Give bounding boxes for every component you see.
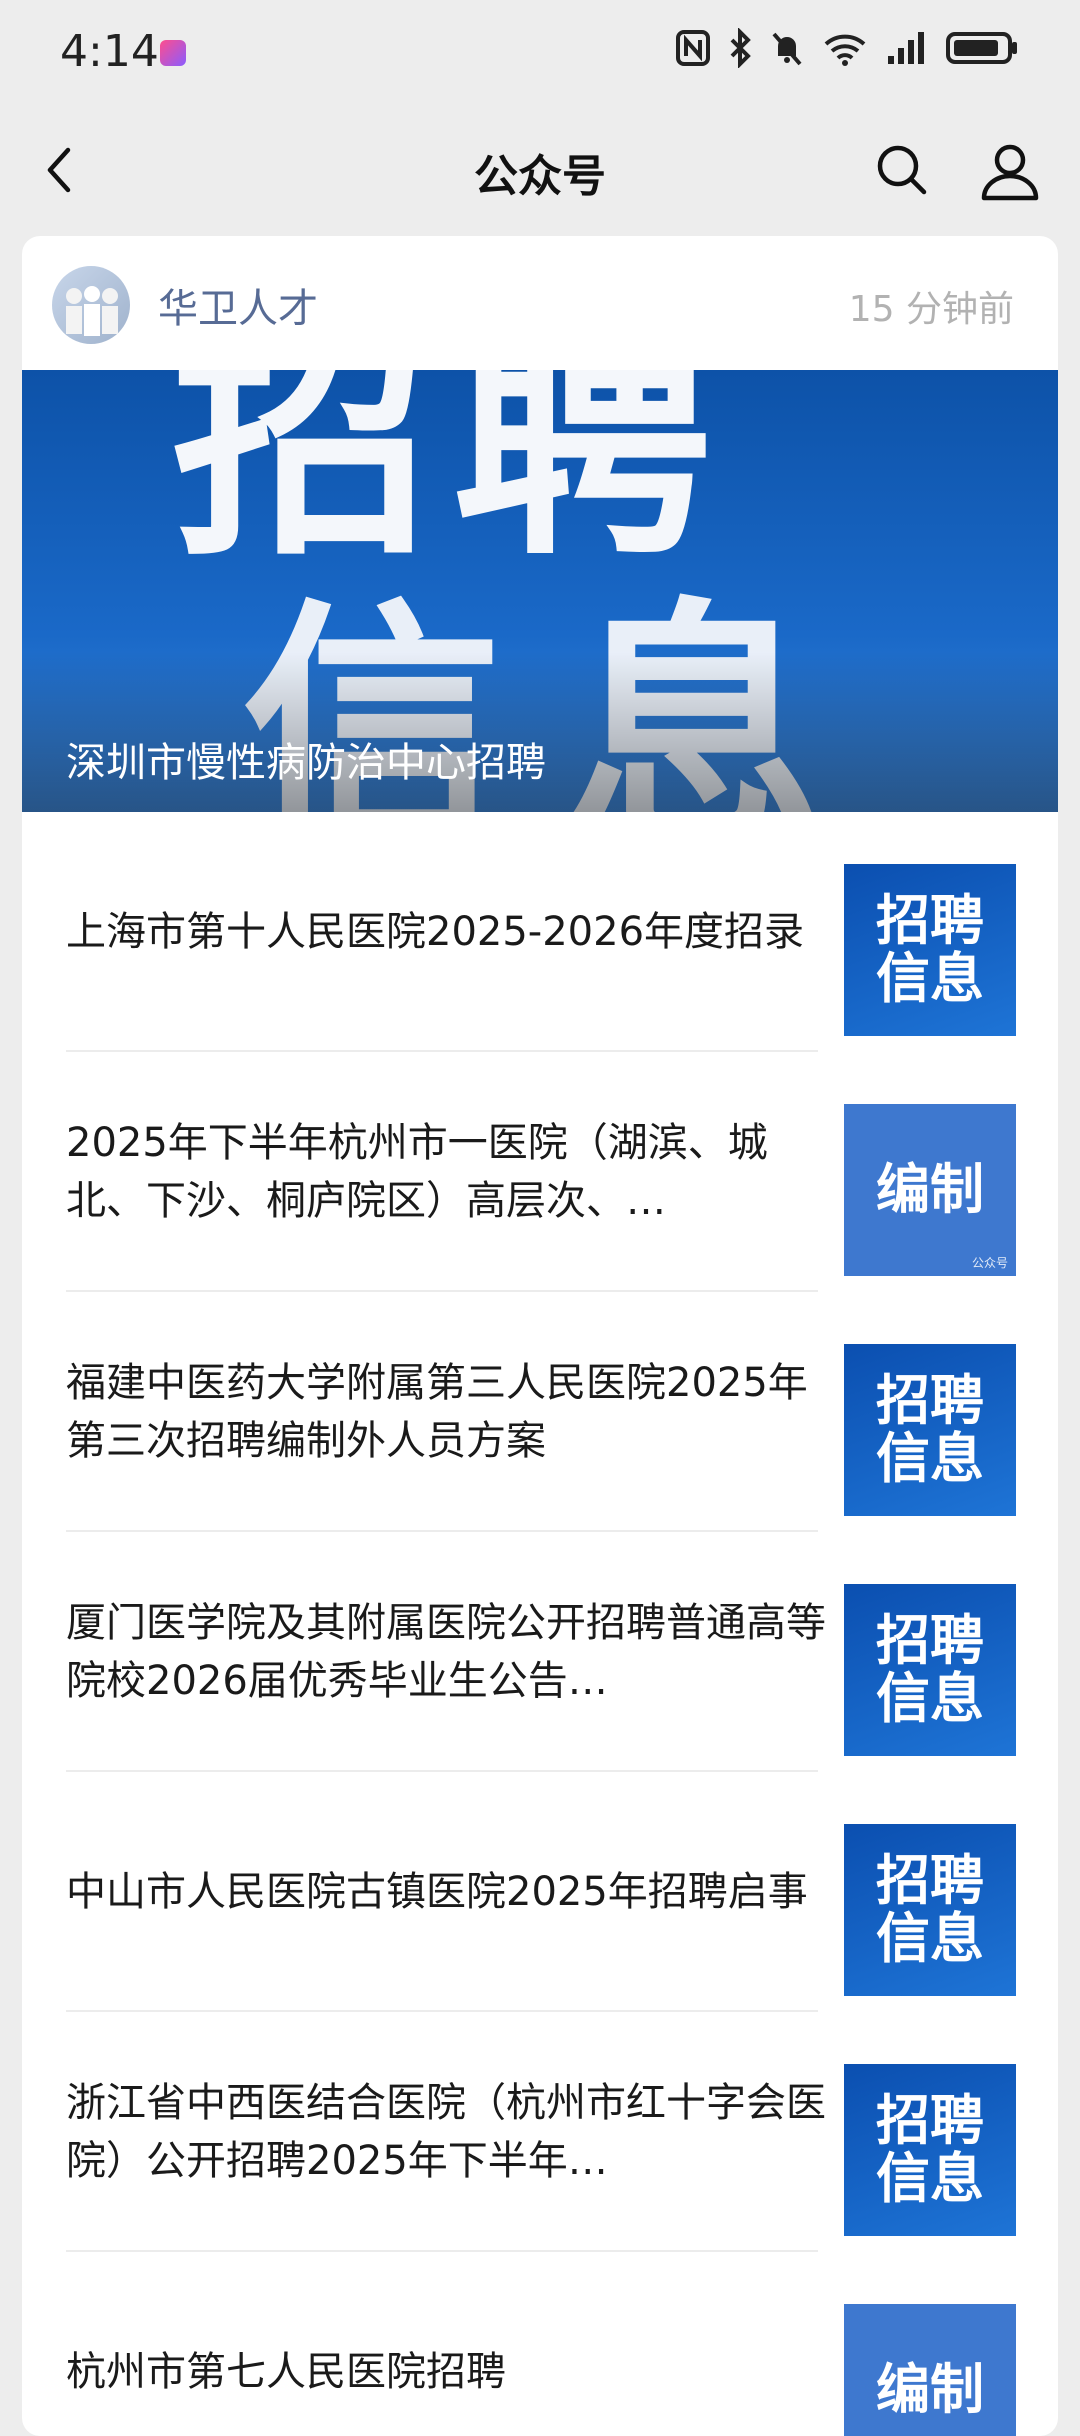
article-item[interactable]: 杭州市第七人民医院招聘 编制 — [22, 2252, 1058, 2436]
article-thumbnail: 招聘 信息 — [844, 1824, 1016, 1996]
article-item[interactable]: 浙江省中西医结合医院（杭州市红十字会医院）公开招聘2025年下半年… 招聘 信息 — [22, 2012, 1058, 2252]
signal-icon — [886, 28, 928, 68]
hero-article[interactable]: 招聘 信息 深圳市慢性病防治中心招聘 — [22, 370, 1058, 812]
thumb-text: 信息 — [876, 1427, 984, 1490]
search-button[interactable] — [872, 140, 932, 200]
app-notification-icon — [160, 40, 186, 66]
article-item[interactable]: 上海市第十人民医院2025-2026年度招录 招聘 信息 — [22, 812, 1058, 1052]
article-thumbnail: 招聘 信息 — [844, 1584, 1016, 1756]
search-icon — [877, 145, 927, 195]
article-item[interactable]: 中山市人民医院古镇医院2025年招聘启事 招聘 信息 — [22, 1772, 1058, 2012]
bluetooth-icon — [728, 28, 752, 68]
article-title: 厦门医学院及其附属医院公开招聘普通高等院校2026届优秀毕业生公告… — [66, 1600, 826, 1704]
status-time: 4:14 — [60, 26, 159, 77]
article-title: 2025年下半年杭州市一医院（湖滨、城北、下沙、桐庐院区）高层次、… — [66, 1120, 768, 1224]
mute-bell-icon — [770, 28, 804, 68]
article-item[interactable]: 厦门医学院及其附属医院公开招聘普通高等院校2026届优秀毕业生公告… 招聘 信息 — [22, 1532, 1058, 1772]
article-title: 福建中医药大学附属第三人民医院2025年第三次招聘编制外人员方案 — [66, 1360, 808, 1464]
card-header: 华卫人才 15 分钟前 — [22, 236, 1058, 370]
thumb-watermark: 公众号 — [971, 1256, 1008, 1270]
thumb-text: 招聘 — [876, 1609, 984, 1672]
article-title: 上海市第十人民医院2025-2026年度招录 — [66, 909, 805, 955]
profile-button[interactable] — [978, 140, 1042, 204]
thumb-text: 信息 — [876, 947, 984, 1010]
article-item[interactable]: 福建中医药大学附属第三人民医院2025年第三次招聘编制外人员方案 招聘 信息 — [22, 1292, 1058, 1532]
thumb-text: 编制 — [876, 2358, 984, 2421]
account-avatar[interactable] — [52, 266, 130, 344]
article-title: 浙江省中西医结合医院（杭州市红十字会医院）公开招聘2025年下半年… — [66, 2080, 826, 2184]
avatar-people-icon — [66, 286, 118, 336]
hero-image-text-line1: 招聘 — [172, 370, 732, 591]
thumb-text: 招聘 — [876, 1369, 984, 1432]
nfc-icon — [676, 28, 710, 68]
status-bar: 4:14 — [0, 0, 1080, 110]
thumb-text: 信息 — [876, 1667, 984, 1730]
battery-icon — [946, 28, 1020, 68]
wifi-icon — [822, 28, 868, 68]
thumb-text: 信息 — [876, 1907, 984, 1970]
article-thumbnail: 招聘 信息 — [844, 2064, 1016, 2236]
status-icons — [676, 28, 1020, 68]
article-thumbnail: 招聘 信息 — [844, 1344, 1016, 1516]
thumb-text: 编制 — [876, 1158, 984, 1221]
account-name[interactable]: 华卫人才 — [158, 276, 318, 334]
user-icon — [981, 144, 1039, 201]
article-title: 中山市人民医院古镇医院2025年招聘启事 — [66, 1869, 808, 1915]
article-title: 杭州市第七人民医院招聘 — [66, 2349, 506, 2395]
thumb-text: 招聘 — [876, 1849, 984, 1912]
article-item[interactable]: 2025年下半年杭州市一医院（湖滨、城北、下沙、桐庐院区）高层次、… 编制公众号 — [22, 1052, 1058, 1292]
article-thumbnail: 编制 — [844, 2304, 1016, 2436]
article-thumbnail: 编制公众号 — [844, 1104, 1016, 1276]
article-card: 华卫人才 15 分钟前 招聘 信息 深圳市慢性病防治中心招聘 上海市第十人民医院… — [22, 236, 1058, 2436]
thumb-text: 招聘 — [876, 2089, 984, 2152]
hero-title: 深圳市慢性病防治中心招聘 — [66, 740, 546, 786]
thumb-text: 信息 — [876, 2147, 984, 2210]
thumb-text: 招聘 — [876, 889, 984, 952]
nav-bar: 公众号 — [0, 110, 1080, 230]
article-thumbnail: 招聘 信息 — [844, 864, 1016, 1036]
post-time: 15 分钟前 — [848, 289, 1014, 330]
